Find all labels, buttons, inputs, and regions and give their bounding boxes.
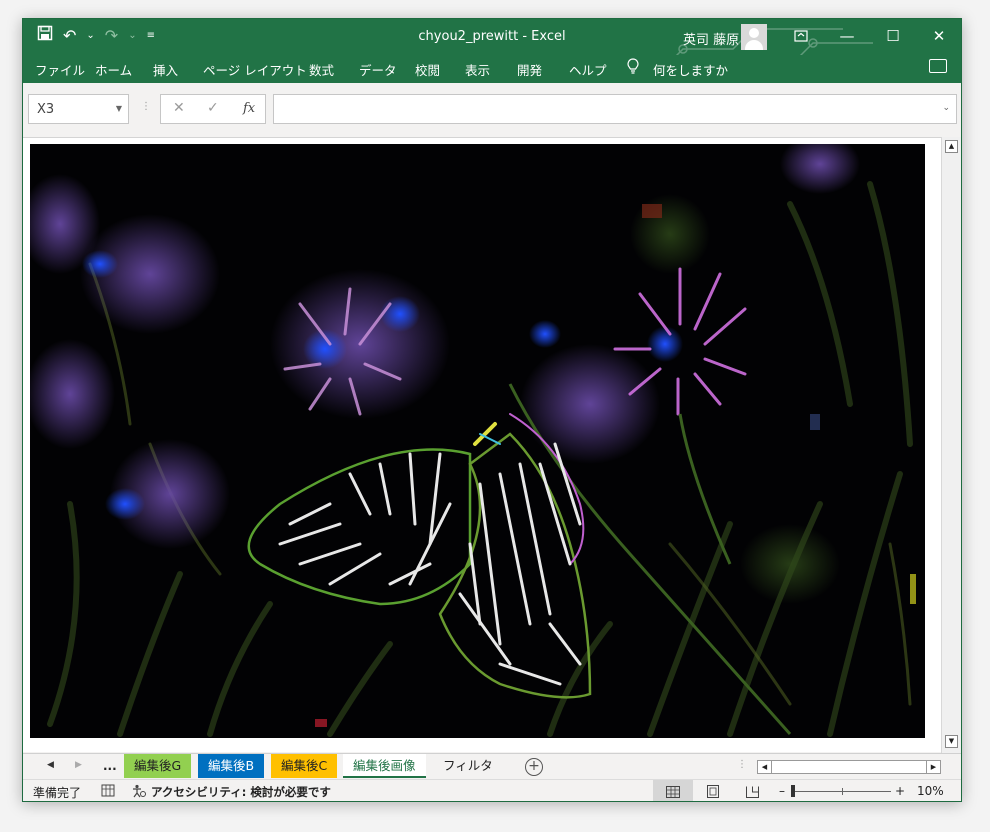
insert-function-icon[interactable]: fx [243, 101, 255, 116]
tab-data[interactable]: データ [359, 60, 397, 79]
page-break-preview-button[interactable] [733, 780, 773, 801]
horizontal-scrollbar[interactable]: ◀ ▶ [757, 760, 941, 774]
undo-dropdown-icon[interactable]: ⌄ [86, 25, 94, 47]
ribbon-tabs: ファイル ホーム 挿入 ページ レイアウト 数式 データ 校閲 表示 開発 ヘル… [23, 55, 961, 83]
ribbon-display-options-icon[interactable] [789, 25, 813, 47]
redo-dropdown-icon[interactable]: ⌄ [128, 25, 136, 47]
scroll-right-icon[interactable]: ▶ [926, 761, 940, 773]
undo-icon[interactable]: ↶ [63, 25, 76, 47]
enter-icon[interactable]: ✓ [207, 100, 219, 116]
sheet-tabs-bar: ◀ ▶ ... 編集後G 編集後B 編集後C 編集後画像 フィルタ + ⋮ ◀ … [23, 753, 961, 780]
scroll-up-icon[interactable]: ▲ [945, 140, 958, 153]
zoom-out-icon[interactable]: – [779, 784, 785, 798]
formula-input[interactable]: ⌄ [273, 94, 957, 124]
excel-window: ↶ ⌄ ↷ ⌄ ≡ chyou2_prewitt - Excel 英司 藤原 —… [22, 18, 962, 802]
sheet-tab-edited-c[interactable]: 編集後C [271, 754, 338, 778]
name-box-value: X3 [37, 102, 55, 117]
zoom-slider-thumb[interactable] [791, 785, 795, 797]
status-bar: 準備完了 アクセシビリティ: 検討が必要です – + 10% [23, 779, 961, 801]
save-icon[interactable] [37, 25, 53, 47]
tab-page-layout[interactable]: ページ レイアウト [203, 60, 307, 79]
customize-toolbar-icon[interactable]: ≡ [147, 25, 155, 47]
macro-record-icon[interactable] [101, 784, 115, 800]
comment-icon[interactable] [929, 59, 947, 73]
lightbulb-icon[interactable] [627, 58, 639, 77]
page-layout-view-button[interactable] [693, 780, 733, 801]
zoom-level[interactable]: 10% [917, 784, 944, 798]
scroll-down-icon[interactable]: ▼ [945, 735, 958, 748]
tab-help[interactable]: ヘルプ [569, 60, 607, 79]
maximize-icon[interactable]: ☐ [881, 25, 905, 47]
redo-icon[interactable]: ↷ [105, 25, 118, 47]
accessibility-status[interactable]: アクセシビリティ: 検討が必要です [151, 784, 331, 800]
sheet-tab-edited-g[interactable]: 編集後G [124, 754, 192, 778]
formula-buttons: ✕ ✓ fx [160, 94, 266, 124]
more-sheets-button[interactable]: ... [103, 759, 117, 773]
expand-formula-bar-icon[interactable]: ⌄ [942, 103, 950, 113]
cancel-icon[interactable]: ✕ [173, 100, 185, 116]
sheet-tab-edited-b[interactable]: 編集後B [198, 754, 265, 778]
tab-home[interactable]: ホーム [95, 60, 132, 79]
add-sheet-icon[interactable]: + [525, 758, 543, 776]
user-name[interactable]: 英司 藤原 [683, 29, 739, 48]
zoom-slider[interactable] [795, 788, 891, 795]
normal-view-button[interactable] [653, 780, 693, 801]
zoom-in-icon[interactable]: + [895, 784, 905, 798]
formula-bar-grip-icon[interactable]: ⋮ [141, 101, 151, 112]
tab-split-handle-icon[interactable]: ⋮ [737, 759, 747, 770]
tab-formulas[interactable]: 数式 [309, 60, 334, 79]
ready-status: 準備完了 [33, 786, 82, 800]
worksheet-grid[interactable] [23, 137, 941, 752]
tab-review[interactable]: 校閲 [415, 60, 440, 79]
avatar[interactable] [741, 24, 767, 50]
sheet-tab-filter[interactable]: フィルタ [433, 754, 503, 778]
name-box[interactable]: X3 ▼ [28, 94, 129, 124]
formula-bar: X3 ▼ ⋮ ✕ ✓ fx ⌄ [23, 83, 961, 137]
title-bar: ↶ ⌄ ↷ ⌄ ≡ chyou2_prewitt - Excel 英司 藤原 —… [23, 19, 961, 83]
next-sheet-icon[interactable]: ▶ [75, 760, 82, 770]
close-icon[interactable]: ✕ [927, 25, 951, 47]
sheet-tab-edited-image[interactable]: 編集後画像 [343, 754, 426, 778]
edited-image[interactable] [30, 144, 925, 738]
vertical-scrollbar[interactable]: ▲ ▼ [941, 137, 961, 753]
tab-developer[interactable]: 開発 [517, 60, 542, 79]
prev-sheet-icon[interactable]: ◀ [47, 760, 54, 770]
tell-me-search[interactable]: 何をしますか [653, 60, 728, 79]
tab-insert[interactable]: 挿入 [153, 60, 178, 79]
tab-view[interactable]: 表示 [465, 60, 490, 79]
chevron-down-icon[interactable]: ▼ [116, 104, 122, 113]
tab-file[interactable]: ファイル [35, 60, 85, 79]
quick-access-toolbar: ↶ ⌄ ↷ ⌄ ≡ [37, 25, 155, 47]
minimize-icon[interactable]: — [835, 25, 859, 47]
accessibility-icon[interactable] [131, 784, 147, 801]
scroll-left-icon[interactable]: ◀ [758, 761, 772, 773]
